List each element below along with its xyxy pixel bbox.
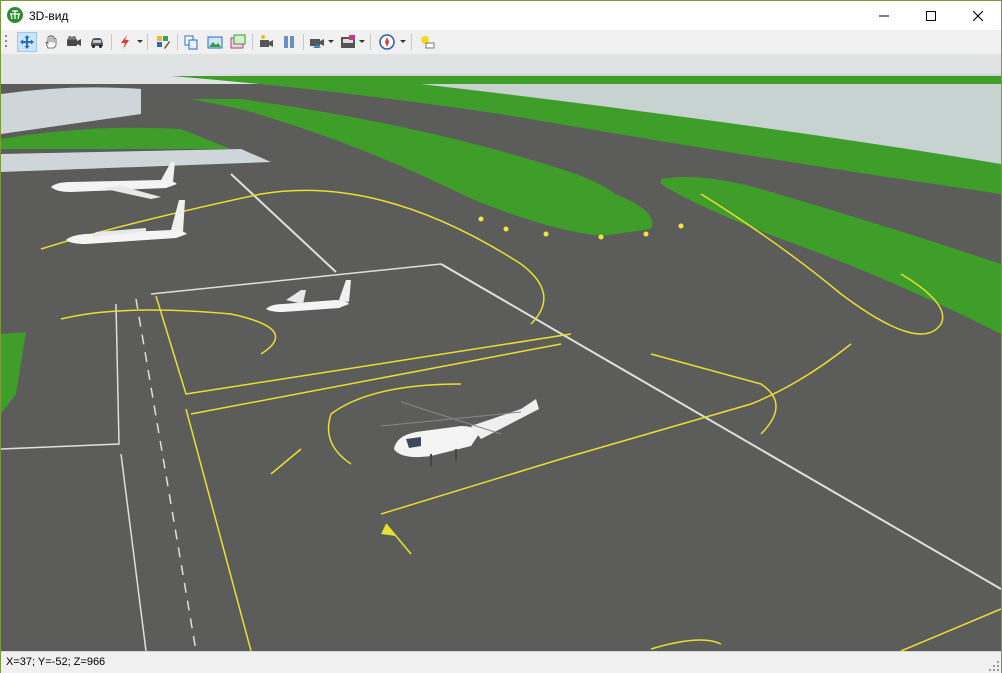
save-view-icon	[341, 35, 355, 48]
light-tool-button[interactable]	[417, 32, 437, 52]
pause-tool-button[interactable]	[279, 32, 299, 52]
toolbar-separator	[177, 34, 178, 50]
minimize-button[interactable]	[861, 1, 907, 30]
coordinates-readout: X=37; Y=-52; Z=966	[6, 656, 106, 668]
record-tool-button[interactable]	[256, 32, 276, 52]
gallery-tool-button[interactable]	[228, 32, 248, 52]
light-bulb-icon	[421, 36, 435, 49]
app-window: 3D-вид X=37; Y=-52; Z=966	[0, 0, 1002, 673]
save-view-dropdown-arrow[interactable]	[359, 40, 365, 43]
pause-icon	[284, 36, 294, 48]
minimize-icon	[879, 15, 889, 16]
car-tool-button[interactable]	[87, 32, 107, 52]
maximize-icon	[926, 10, 936, 21]
gallery-icon	[230, 34, 246, 49]
toolbar-separator	[252, 34, 253, 50]
toolbar-separator	[411, 34, 412, 50]
effects-dropdown-arrow[interactable]	[137, 40, 143, 43]
pan-tool-button[interactable]	[41, 32, 61, 52]
video-camera-icon	[67, 36, 81, 46]
image-icon	[207, 36, 223, 49]
camera-tool-button[interactable]	[64, 32, 84, 52]
record-icon	[260, 35, 273, 47]
toolbar-separator	[147, 34, 148, 50]
copy-tool-button[interactable]	[181, 32, 201, 52]
close-icon	[973, 10, 983, 21]
maximize-button[interactable]	[908, 1, 954, 30]
move-tool-button[interactable]	[17, 32, 37, 52]
camera-view-icon	[310, 39, 324, 48]
compass-dropdown-arrow[interactable]	[400, 40, 406, 43]
app-icon	[7, 7, 23, 23]
layers-tool-button[interactable]	[153, 32, 173, 52]
palette-icon	[157, 36, 170, 49]
camera-view-dropdown-arrow[interactable]	[328, 40, 334, 43]
effects-tool-button[interactable]	[115, 32, 135, 52]
toolbar-separator	[370, 34, 371, 50]
lightning-icon	[121, 35, 129, 49]
toolbar	[1, 30, 1001, 55]
toolbar-separator	[111, 34, 112, 50]
save-view-tool-button[interactable]	[338, 32, 358, 52]
hand-icon	[45, 35, 57, 49]
close-button[interactable]	[955, 1, 1001, 30]
resize-grip-icon[interactable]	[989, 661, 999, 671]
image-tool-button[interactable]	[205, 32, 225, 52]
airport-scene	[1, 54, 1001, 651]
car-icon	[91, 38, 103, 48]
toolbar-grip[interactable]	[5, 35, 8, 49]
compass-tool-button[interactable]	[377, 32, 397, 52]
camera-view-tool-button[interactable]	[307, 32, 327, 52]
window-title: 3D-вид	[29, 9, 69, 23]
status-bar: X=37; Y=-52; Z=966	[1, 651, 1001, 673]
move-arrows-icon	[20, 35, 34, 49]
copy-icon	[184, 35, 198, 50]
compass-icon	[379, 34, 395, 50]
toolbar-separator	[303, 34, 304, 50]
title-bar[interactable]: 3D-вид	[1, 1, 1001, 30]
3d-viewport[interactable]	[1, 54, 1001, 651]
